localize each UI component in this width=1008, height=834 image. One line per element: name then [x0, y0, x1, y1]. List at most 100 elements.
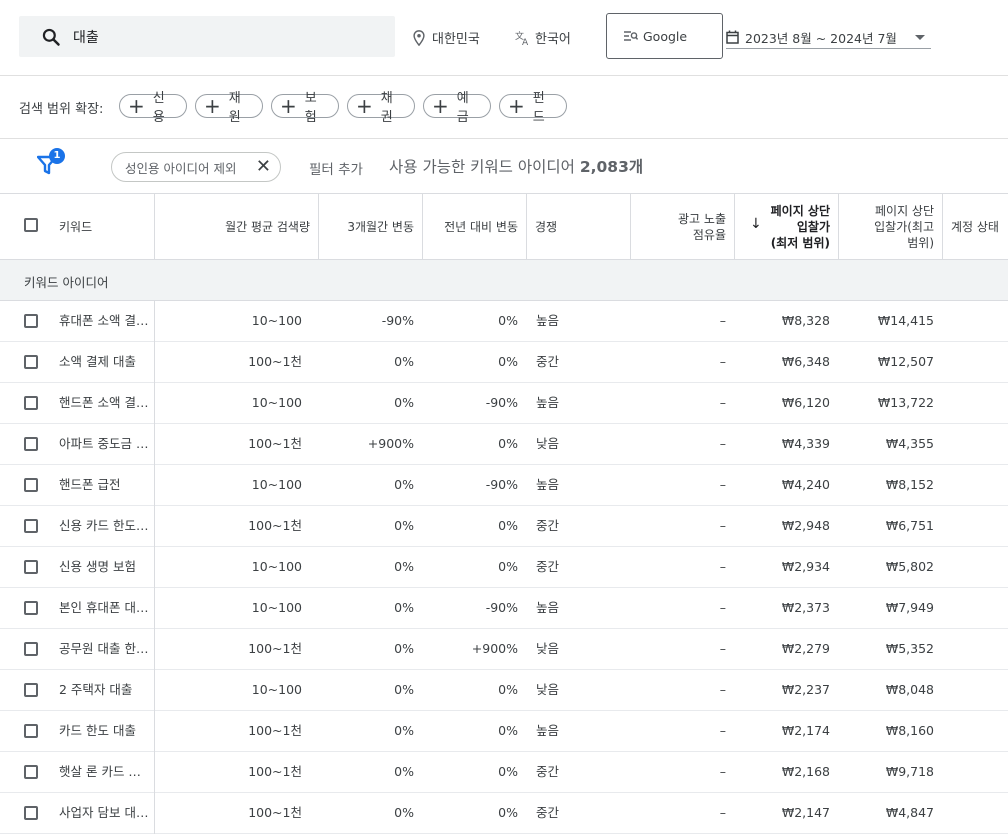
impression-share-cell: – [719, 395, 726, 410]
table-row[interactable]: 사업자 담보 대… 100~1천 0% 0% 중간 – ₩2,147 ₩4,847 [0, 793, 1008, 834]
plus-icon: + [204, 94, 221, 118]
header-keyword[interactable]: 키워드 [59, 194, 149, 259]
three-month-change-cell: -90% [381, 313, 414, 328]
yoy-change-cell: 0% [498, 805, 518, 820]
language-selector[interactable]: 文A 한국어 [515, 28, 571, 48]
header-avg-monthly-searches[interactable]: 월간 평균 검색량 [160, 194, 310, 259]
keyword-cell[interactable]: 소액 결제 대출 [59, 342, 151, 382]
plus-icon: + [508, 94, 525, 118]
header-three-month-change[interactable]: 3개월간 변동 [322, 194, 414, 259]
broaden-chip-deposit[interactable]: + 예금 [423, 91, 491, 125]
keyword-cell[interactable]: 사업자 담보 대… [59, 793, 151, 833]
broaden-chip-bonds[interactable]: + 채권 [347, 91, 415, 125]
top-bid-low-cell: ₩2,147 [781, 805, 830, 820]
plus-icon: + [356, 94, 373, 118]
column-divider [154, 506, 155, 547]
keyword-cell[interactable]: 본인 휴대폰 대… [59, 588, 151, 628]
table-row[interactable]: 핸드폰 급전 10~100 0% -90% 높음 – ₩4,240 ₩8,152 [0, 465, 1008, 506]
avg-monthly-cell: 100~1천 [248, 354, 302, 369]
table-row[interactable]: 신용 카드 한도… 100~1천 0% 0% 중간 – ₩2,948 ₩6,751 [0, 506, 1008, 547]
yoy-change-cell: -90% [485, 395, 518, 410]
keyword-cell[interactable]: 햇살 론 카드 … [59, 752, 151, 792]
competition-cell: 높음 [536, 313, 560, 328]
row-checkbox[interactable] [24, 683, 38, 697]
language-label: 한국어 [535, 32, 571, 47]
header-account-status[interactable]: 계정 상태 [951, 194, 1008, 259]
impression-share-cell: – [719, 641, 726, 656]
table-row[interactable]: 햇살 론 카드 … 100~1천 0% 0% 중간 – ₩2,168 ₩9,718 [0, 752, 1008, 793]
table-row[interactable]: 카드 한도 대출 100~1천 0% 0% 높음 – ₩2,174 ₩8,160 [0, 711, 1008, 752]
available-count: 2,083개 [579, 158, 644, 176]
row-checkbox[interactable] [24, 601, 38, 615]
row-checkbox[interactable] [24, 396, 38, 410]
table-row[interactable]: 신용 생명 보험 10~100 0% 0% 중간 – ₩2,934 ₩5,802 [0, 547, 1008, 588]
table-row[interactable]: 2 주택자 대출 10~100 0% 0% 낮음 – ₩2,237 ₩8,048 [0, 670, 1008, 711]
column-divider [154, 752, 155, 793]
table-row[interactable]: 소액 결제 대출 100~1천 0% 0% 중간 – ₩6,348 ₩12,507 [0, 342, 1008, 383]
broaden-chip-credit[interactable]: + 신용 [119, 91, 187, 125]
keyword-cell[interactable]: 신용 생명 보험 [59, 547, 151, 587]
search-input[interactable]: 대출 [19, 16, 395, 57]
keyword-cell[interactable]: 신용 카드 한도… [59, 506, 151, 546]
header-yoy-change[interactable]: 전년 대비 변동 [426, 194, 518, 259]
close-icon[interactable]: ✕ [256, 156, 271, 177]
row-checkbox[interactable] [24, 560, 38, 574]
yoy-change-cell: 0% [498, 559, 518, 574]
table-row[interactable]: 본인 휴대폰 대… 10~100 0% -90% 높음 – ₩2,373 ₩7,949 [0, 588, 1008, 629]
row-checkbox[interactable] [24, 355, 38, 369]
location-selector[interactable]: 대한민국 [412, 28, 480, 47]
table-row[interactable]: 공무원 대출 한… 100~1천 0% +900% 낮음 – ₩2,279 ₩5,352 [0, 629, 1008, 670]
column-divider [154, 301, 155, 342]
keyword-cell[interactable]: 아파트 중도금 … [59, 424, 151, 464]
row-checkbox[interactable] [24, 314, 38, 328]
group-label: 키워드 아이디어 [24, 275, 109, 290]
three-month-change-cell: 0% [394, 723, 414, 738]
row-checkbox[interactable] [24, 519, 38, 533]
header-top-bid-low[interactable]: ↓ 페이지 상단 입찰가 (최저 범위) [738, 194, 830, 259]
keyword-cell[interactable]: 휴대폰 소액 결… [59, 301, 151, 341]
header-text: (최저 범위) [770, 235, 830, 250]
broaden-chip-fund[interactable]: + 펀드 [499, 91, 567, 125]
network-selector[interactable]: Google [606, 13, 723, 59]
header-top-bid-high[interactable]: 페이지 상단 입찰가(최고 범위) [842, 194, 934, 259]
keyword-cell[interactable]: 카드 한도 대출 [59, 711, 151, 751]
top-bid-high-cell: ₩8,152 [885, 477, 934, 492]
avg-monthly-cell: 10~100 [251, 477, 302, 492]
date-range-selector[interactable]: 2023년 8월 ~ 2024년 7월 [726, 26, 931, 49]
row-checkbox[interactable] [24, 437, 38, 451]
row-checkbox[interactable] [24, 806, 38, 820]
table-row[interactable]: 아파트 중도금 … 100~1천 +900% 0% 낮음 – ₩4,339 ₩4,355 [0, 424, 1008, 465]
table-row[interactable]: 휴대폰 소액 결… 10~100 -90% 0% 높음 – ₩8,328 ₩14,415 [0, 301, 1008, 342]
table-row[interactable]: 핸드폰 소액 결… 10~100 0% -90% 높음 – ₩6,120 ₩13,722 [0, 383, 1008, 424]
top-bid-low-cell: ₩6,120 [781, 395, 830, 410]
competition-cell: 중간 [536, 764, 560, 779]
impression-share-cell: – [719, 764, 726, 779]
row-checkbox[interactable] [24, 478, 38, 492]
chip-label: 보험 [304, 91, 317, 125]
yoy-change-cell: 0% [498, 518, 518, 533]
keyword-cell[interactable]: 핸드폰 급전 [59, 465, 151, 505]
row-checkbox[interactable] [24, 642, 38, 656]
select-all-checkbox[interactable] [24, 218, 38, 232]
column-divider [154, 424, 155, 465]
broaden-chip-insurance[interactable]: + 보험 [271, 91, 339, 125]
header-competition[interactable]: 경쟁 [535, 194, 625, 259]
location-label: 대한민국 [432, 32, 480, 47]
row-checkbox[interactable] [24, 765, 38, 779]
available-ideas-text: 사용 가능한 키워드 아이디어 2,083개 [389, 155, 643, 177]
group-header-keyword-ideas: 키워드 아이디어 [0, 260, 1008, 301]
header-impression-share[interactable]: 광고 노출 점유율 [634, 194, 726, 259]
yoy-change-cell: 0% [498, 313, 518, 328]
row-checkbox[interactable] [24, 724, 38, 738]
keyword-cell[interactable]: 공무원 대출 한… [59, 629, 151, 669]
broaden-chip-funds[interactable]: + 재원 [195, 91, 263, 125]
top-bid-high-cell: ₩8,048 [885, 682, 934, 697]
add-filter-button[interactable]: 필터 추가 [309, 158, 363, 178]
active-filter-chip[interactable]: 성인용 아이디어 제외 ✕ [111, 152, 281, 182]
yoy-change-cell: 0% [498, 354, 518, 369]
keyword-cell[interactable]: 핸드폰 소액 결… [59, 383, 151, 423]
keyword-cell[interactable]: 2 주택자 대출 [59, 670, 151, 710]
yoy-change-cell: 0% [498, 723, 518, 738]
competition-cell: 높음 [536, 723, 560, 738]
column-divider [154, 547, 155, 588]
